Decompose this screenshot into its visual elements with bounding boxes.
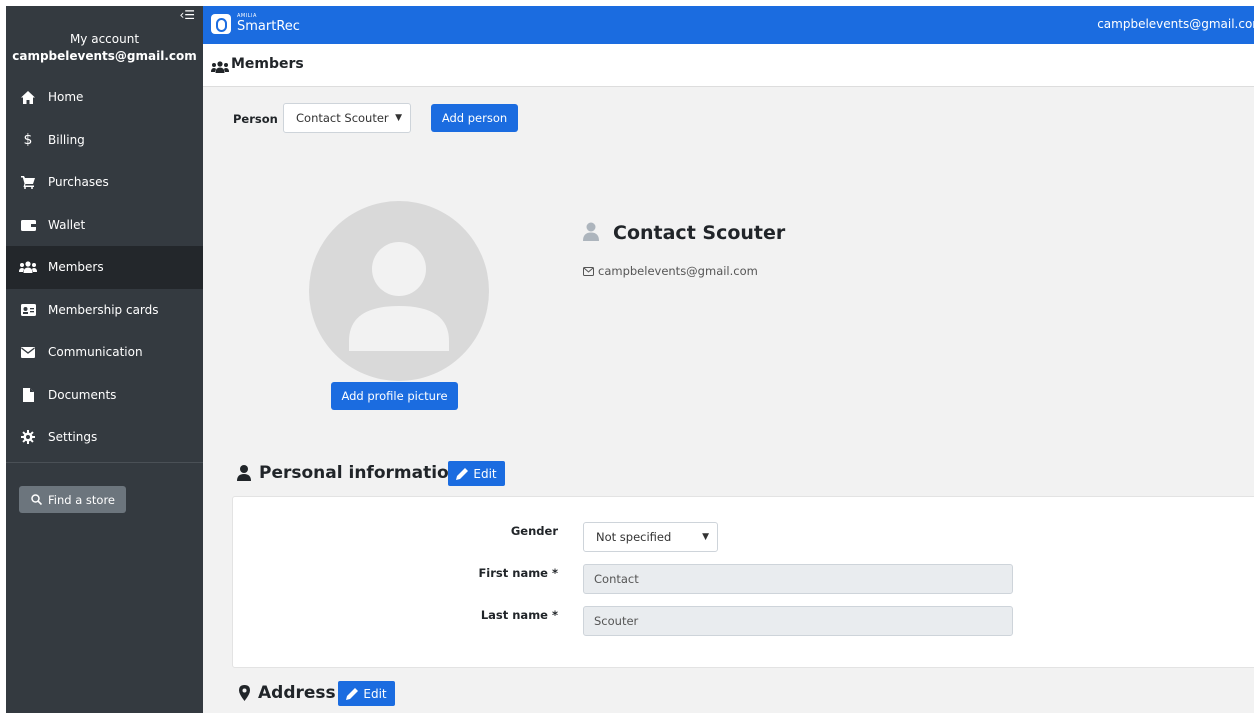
add-person-button[interactable]: Add person [431,104,518,132]
sidebar-item-label: Wallet [48,217,86,232]
edit-label: Edit [363,686,387,701]
address-title: Address [239,683,336,703]
account-title: My account [69,32,140,46]
users-icon [211,58,229,77]
first-name-field[interactable]: Contact [583,564,1013,594]
gender-select[interactable]: Not specified ▼ [583,522,718,552]
home-icon [18,90,38,104]
edit-label: Edit [473,466,497,481]
sidebar-item-label: Membership cards [48,302,159,317]
file-icon [18,387,38,402]
cart-icon [18,175,38,189]
user-icon [583,222,599,245]
id-card-icon [18,303,38,316]
add-profile-picture-button[interactable]: Add profile picture [331,382,458,410]
sidebar-nav: Home $ Billing Purchases Wallet Members … [6,76,203,459]
brand-name: SmartRec [237,19,300,34]
first-name-label: First name * [478,566,558,580]
sidebar-item-label: Communication [48,345,143,360]
sidebar-item-wallet[interactable]: Wallet [6,204,203,247]
user-icon [237,465,251,481]
pencil-icon [346,688,359,700]
sidebar-item-label: Home [48,90,84,105]
app-window: ‹☰ My account campbelevents@gmail.com Ho… [6,6,1254,713]
sidebar-divider [6,462,203,463]
avatar-placeholder [309,201,489,381]
gender-label: Gender [510,524,558,538]
last-name-label: Last name * [480,608,558,622]
envelope-icon [18,346,38,358]
find-store-button[interactable]: Find a store [19,486,126,513]
person-label: Person [233,112,278,126]
top-bar: AMILIA SmartRec campbelevents@gmail.com [203,6,1254,44]
sidebar-item-settings[interactable]: Settings [6,416,203,459]
sidebar-item-billing[interactable]: $ Billing [6,119,203,162]
sidebar-item-purchases[interactable]: Purchases [6,161,203,204]
sidebar-item-membership-cards[interactable]: Membership cards [6,289,203,332]
user-silhouette-icon [349,242,449,351]
search-icon [31,494,42,505]
gear-icon [18,430,38,445]
chevron-down-icon: ▼ [702,532,709,542]
sidebar-item-documents[interactable]: Documents [6,374,203,417]
sidebar-item-home[interactable]: Home [6,76,203,119]
gender-select-value: Not specified [596,530,672,544]
edit-personal-info-button[interactable]: Edit [448,461,505,486]
personal-info-title-text: Personal information [259,463,461,483]
sidebar: ‹☰ My account campbelevents@gmail.com Ho… [6,6,203,713]
smartrec-logo-icon[interactable] [211,14,231,34]
sidebar-item-communication[interactable]: Communication [6,331,203,374]
page-header: Members [203,44,1254,87]
sidebar-item-label: Purchases [48,175,109,190]
pencil-icon [456,468,469,480]
profile-email-text: campbelevents@gmail.com [598,264,758,278]
profile-name: Contact Scouter [613,222,786,244]
sidebar-item-label: Settings [48,430,98,445]
dollar-icon: $ [23,131,33,148]
sidebar-item-label: Members [48,260,104,275]
page-title: Members [231,56,304,72]
wallet-icon [18,219,38,231]
map-marker-icon [239,685,250,701]
personal-info-title: Personal information [237,463,461,483]
person-select[interactable]: Contact Scouter ▼ [283,103,411,133]
sidebar-item-label: Billing [48,132,85,147]
users-icon [18,261,38,274]
profile-email: campbelevents@gmail.com [583,264,758,278]
last-name-field[interactable]: Scouter [583,606,1013,636]
address-title-text: Address [258,683,336,703]
person-select-value: Contact Scouter [296,111,389,125]
edit-address-button[interactable]: Edit [338,681,395,706]
collapse-sidebar-icon[interactable]: ‹☰ [179,8,195,22]
chevron-down-icon: ▼ [395,113,402,123]
envelope-icon [583,266,594,276]
sidebar-item-label: Documents [48,387,117,402]
account-email: campbelevents@gmail.com [12,49,197,63]
sidebar-item-members[interactable]: Members [6,246,203,289]
find-store-label: Find a store [48,492,116,507]
user-menu[interactable]: campbelevents@gmail.com [1097,17,1254,31]
